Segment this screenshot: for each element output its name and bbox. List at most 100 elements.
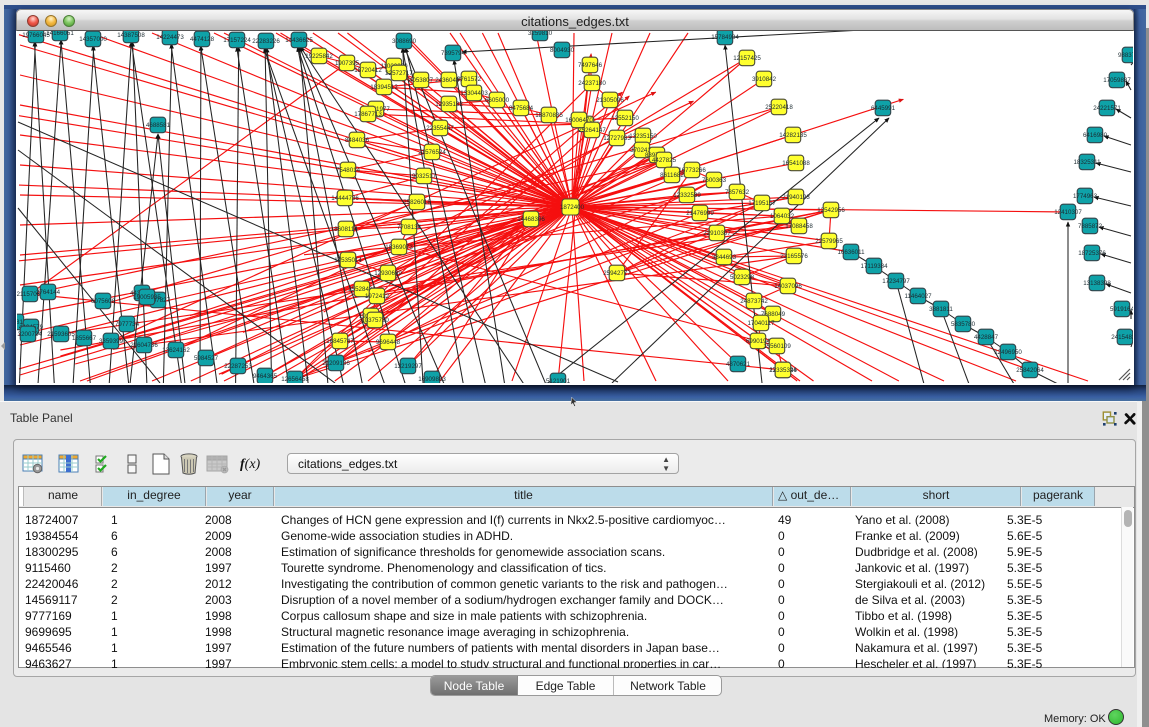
svg-text:14468306: 14468306 <box>517 216 545 223</box>
svg-text:7708134: 7708134 <box>397 224 422 231</box>
svg-text:15784984: 15784984 <box>711 34 739 41</box>
svg-text:17867713: 17867713 <box>354 111 382 118</box>
svg-text:12727933: 12727933 <box>603 135 631 142</box>
svg-text:22283226: 22283226 <box>252 38 280 45</box>
svg-text:24237180: 24237180 <box>578 80 606 87</box>
svg-text:7977734: 7977734 <box>115 321 140 328</box>
svg-text:2764144: 2764144 <box>36 289 61 296</box>
svg-text:19225842: 19225842 <box>305 53 333 60</box>
svg-text:8004930: 8004930 <box>550 47 575 54</box>
svg-text:3881811: 3881811 <box>929 306 953 313</box>
svg-text:25826018: 25826018 <box>403 199 431 206</box>
svg-text:16773266: 16773266 <box>678 167 706 174</box>
svg-text:1972412: 1972412 <box>365 293 390 300</box>
svg-text:13235150: 13235150 <box>629 133 657 140</box>
svg-text:15560109: 15560109 <box>763 343 791 350</box>
svg-text:13138398: 13138398 <box>1083 280 1111 287</box>
svg-text:24873742: 24873742 <box>740 298 768 305</box>
svg-text:5984527: 5984527 <box>194 355 219 362</box>
svg-text:12496950: 12496950 <box>994 349 1022 356</box>
svg-text:1774963: 1774963 <box>1073 193 1098 200</box>
svg-text:14436625: 14436625 <box>285 37 313 44</box>
svg-text:17088458: 17088458 <box>785 223 813 230</box>
svg-text:3259810: 3259810 <box>528 31 553 37</box>
svg-text:9032517: 9032517 <box>412 173 437 180</box>
svg-text:22910307: 22910307 <box>703 230 731 237</box>
svg-text:5023298: 5023298 <box>730 274 755 281</box>
svg-text:25220418: 25220418 <box>765 104 793 111</box>
svg-text:3844693: 3844693 <box>712 254 737 261</box>
svg-text:16845747: 16845747 <box>326 338 354 345</box>
svg-text:12930699: 12930699 <box>374 270 402 277</box>
svg-text:1872400: 1872400 <box>560 204 585 211</box>
svg-text:4870621: 4870621 <box>726 361 751 368</box>
svg-text:7857632: 7857632 <box>725 189 750 196</box>
svg-text:21305096: 21305096 <box>596 97 624 104</box>
svg-text:24221571: 24221571 <box>1093 105 1121 112</box>
svg-text:9883767: 9883767 <box>1118 52 1133 59</box>
svg-text:18870835: 18870835 <box>535 112 563 119</box>
svg-text:6605000: 6605000 <box>485 97 510 104</box>
svg-text:16636011: 16636011 <box>837 249 865 256</box>
svg-text:22287253: 22287253 <box>224 363 252 370</box>
svg-text:6075608: 6075608 <box>91 298 116 305</box>
svg-text:22355447: 22355447 <box>426 125 454 132</box>
svg-text:13624162: 13624162 <box>162 347 190 354</box>
svg-text:12656458: 12656458 <box>281 376 309 383</box>
svg-text:17119384: 17119384 <box>860 263 888 270</box>
svg-text:5835780: 5835780 <box>951 321 976 328</box>
svg-text:14357000: 14357000 <box>79 36 107 43</box>
svg-text:1855667: 1855667 <box>72 335 97 342</box>
svg-text:7548014: 7548014 <box>336 167 361 174</box>
svg-text:17059887: 17059887 <box>1103 77 1131 84</box>
svg-text:17195157: 17195157 <box>748 200 776 207</box>
svg-text:5919164: 5919164 <box>1110 306 1133 313</box>
svg-text:11464027: 11464027 <box>904 293 932 300</box>
svg-text:18725376: 18725376 <box>1078 250 1106 257</box>
svg-text:21576524: 21576524 <box>418 149 446 156</box>
svg-text:4427825: 4427825 <box>652 157 677 164</box>
svg-text:13304403: 13304403 <box>460 90 488 97</box>
svg-text:16541088: 16541088 <box>782 160 810 167</box>
svg-text:14037096: 14037096 <box>774 283 802 290</box>
svg-text:1907395: 1907395 <box>335 60 360 67</box>
svg-text:25942777: 25942777 <box>603 270 631 277</box>
svg-text:13219297: 13219297 <box>394 363 422 370</box>
svg-text:12552150: 12552150 <box>611 115 639 122</box>
svg-text:6445991: 6445991 <box>871 105 896 112</box>
svg-text:13200724: 13200724 <box>17 331 42 338</box>
svg-text:25264147: 25264147 <box>578 127 606 134</box>
svg-text:18394512: 18394512 <box>370 84 398 91</box>
svg-text:22572717: 22572717 <box>385 70 413 77</box>
svg-text:10375730: 10375730 <box>361 317 389 324</box>
svg-text:12157425: 12157425 <box>733 55 761 62</box>
svg-text:22579965: 22579965 <box>815 238 843 245</box>
svg-text:9464365: 9464365 <box>253 373 278 380</box>
svg-text:1064032: 1064032 <box>770 213 795 220</box>
svg-text:7497646: 7497646 <box>578 62 603 69</box>
svg-text:23165576: 23165576 <box>780 253 808 260</box>
svg-text:18720412: 18720412 <box>354 67 382 74</box>
svg-text:4688581: 4688581 <box>146 122 171 129</box>
svg-text:14444736: 14444736 <box>331 195 359 202</box>
svg-text:7600363: 7600363 <box>702 177 727 184</box>
svg-text:4053807: 4053807 <box>409 77 434 84</box>
svg-text:9761572: 9761572 <box>457 76 482 83</box>
svg-text:14166051: 14166051 <box>46 31 74 37</box>
svg-text:12410307: 12410307 <box>1054 209 1082 216</box>
svg-text:7395794: 7395794 <box>441 50 466 57</box>
svg-text:4428847: 4428847 <box>974 334 999 341</box>
svg-text:21476999: 21476999 <box>686 210 714 217</box>
svg-text:12332589: 12332589 <box>673 192 701 199</box>
svg-text:17040117: 17040117 <box>747 320 775 327</box>
svg-text:14387508: 14387508 <box>117 32 145 39</box>
svg-text:14224473: 14224473 <box>156 34 184 41</box>
svg-text:16909883: 16909883 <box>418 376 446 383</box>
svg-text:12935182: 12935182 <box>435 101 463 108</box>
svg-text:22335324: 22335324 <box>769 367 797 374</box>
svg-text:7885872: 7885872 <box>1078 223 1103 230</box>
svg-text:3359399: 3359399 <box>99 338 124 345</box>
svg-text:3088690: 3088690 <box>392 38 417 45</box>
svg-text:8475684: 8475684 <box>509 105 534 112</box>
svg-text:9696448: 9696448 <box>376 339 401 346</box>
